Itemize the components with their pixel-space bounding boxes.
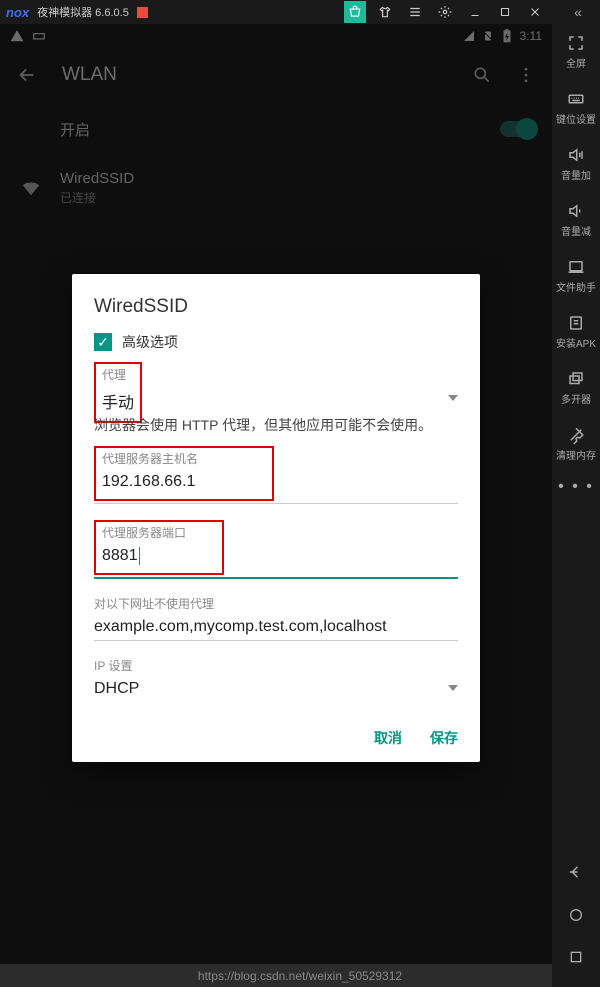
side-label: 全屏: [566, 55, 586, 70]
phone-screen: 3:11 WLAN 开启 WiredSSID 已连接 WiredSSID ✓ 高…: [0, 24, 552, 964]
side-keymap[interactable]: 键位设置: [556, 80, 596, 136]
menu-icon[interactable]: [404, 1, 426, 23]
back-nav-icon[interactable]: [567, 863, 585, 881]
store-icon[interactable]: [344, 1, 366, 23]
side-fullscreen[interactable]: 全屏: [566, 24, 586, 80]
save-button[interactable]: 保存: [430, 728, 458, 748]
side-volume-down[interactable]: 音量减: [561, 192, 591, 248]
side-install-apk[interactable]: 安装APK: [556, 304, 596, 360]
side-label: 安装APK: [556, 335, 596, 350]
side-multi-instance[interactable]: 多开器: [561, 360, 591, 416]
host-input[interactable]: 192.168.66.1: [102, 467, 266, 495]
side-label: 文件助手: [556, 279, 596, 294]
advanced-checkbox[interactable]: ✓: [94, 333, 112, 351]
cancel-button[interactable]: 取消: [374, 728, 402, 748]
proxy-value: 手动: [102, 383, 134, 417]
maximize-icon[interactable]: [494, 1, 516, 23]
ip-label: IP 设置: [94, 657, 458, 674]
side-more-icon[interactable]: • • •: [558, 478, 594, 496]
indicator-icon: [137, 7, 148, 18]
chevron-down-icon: [448, 685, 458, 691]
ip-dropdown[interactable]: DHCP: [94, 674, 458, 702]
side-volume-up[interactable]: 音量加: [561, 136, 591, 192]
window-title: 夜神模拟器 6.6.0.5: [37, 4, 129, 20]
bypass-label: 对以下网址不使用代理: [94, 595, 458, 612]
home-nav-icon[interactable]: [568, 907, 584, 923]
side-label: 清理内存: [556, 447, 596, 462]
port-input[interactable]: 8881: [102, 541, 216, 569]
shirt-icon[interactable]: [374, 1, 396, 23]
side-label: 音量减: [561, 223, 591, 238]
side-label: 音量加: [561, 167, 591, 182]
settings-icon[interactable]: [434, 1, 456, 23]
proxy-dropdown[interactable]: [94, 395, 458, 401]
proxy-label: 代理: [102, 366, 134, 383]
host-label: 代理服务器主机名: [102, 450, 266, 467]
android-nav-buttons: [552, 863, 600, 965]
advanced-label: 高级选项: [122, 332, 178, 352]
side-file-helper[interactable]: 文件助手: [556, 248, 596, 304]
collapse-icon[interactable]: «: [574, 4, 578, 24]
chevron-down-icon: [448, 395, 458, 401]
port-label: 代理服务器端口: [102, 524, 216, 541]
bypass-input[interactable]: example.com,mycomp.test.com,localhost: [94, 612, 458, 641]
proxy-hint: 浏览器会使用 HTTP 代理，但其他应用可能不会使用。: [94, 415, 458, 436]
brand-logo: nox: [6, 5, 29, 20]
recents-nav-icon[interactable]: [568, 949, 584, 965]
side-label: 多开器: [561, 391, 591, 406]
emulator-right-sidebar: « 全屏 键位设置 音量加 音量减 文件助手 安装APK 多开器 清理内存 • …: [552, 0, 600, 987]
ip-value: DHCP: [94, 674, 139, 702]
modal-title: WiredSSID: [94, 296, 458, 318]
side-label: 键位设置: [556, 111, 596, 126]
side-clear-memory[interactable]: 清理内存: [556, 416, 596, 472]
close-icon[interactable]: [524, 1, 546, 23]
wifi-settings-modal: WiredSSID ✓ 高级选项 代理 手动 浏览器会使用 HTTP 代理，但其…: [72, 274, 480, 762]
minimize-icon[interactable]: [464, 1, 486, 23]
watermark-text: https://blog.csdn.net/weixin_50529312: [0, 969, 600, 983]
advanced-options-row[interactable]: ✓ 高级选项: [94, 332, 458, 352]
emulator-titlebar: nox 夜神模拟器 6.6.0.5: [0, 0, 552, 24]
